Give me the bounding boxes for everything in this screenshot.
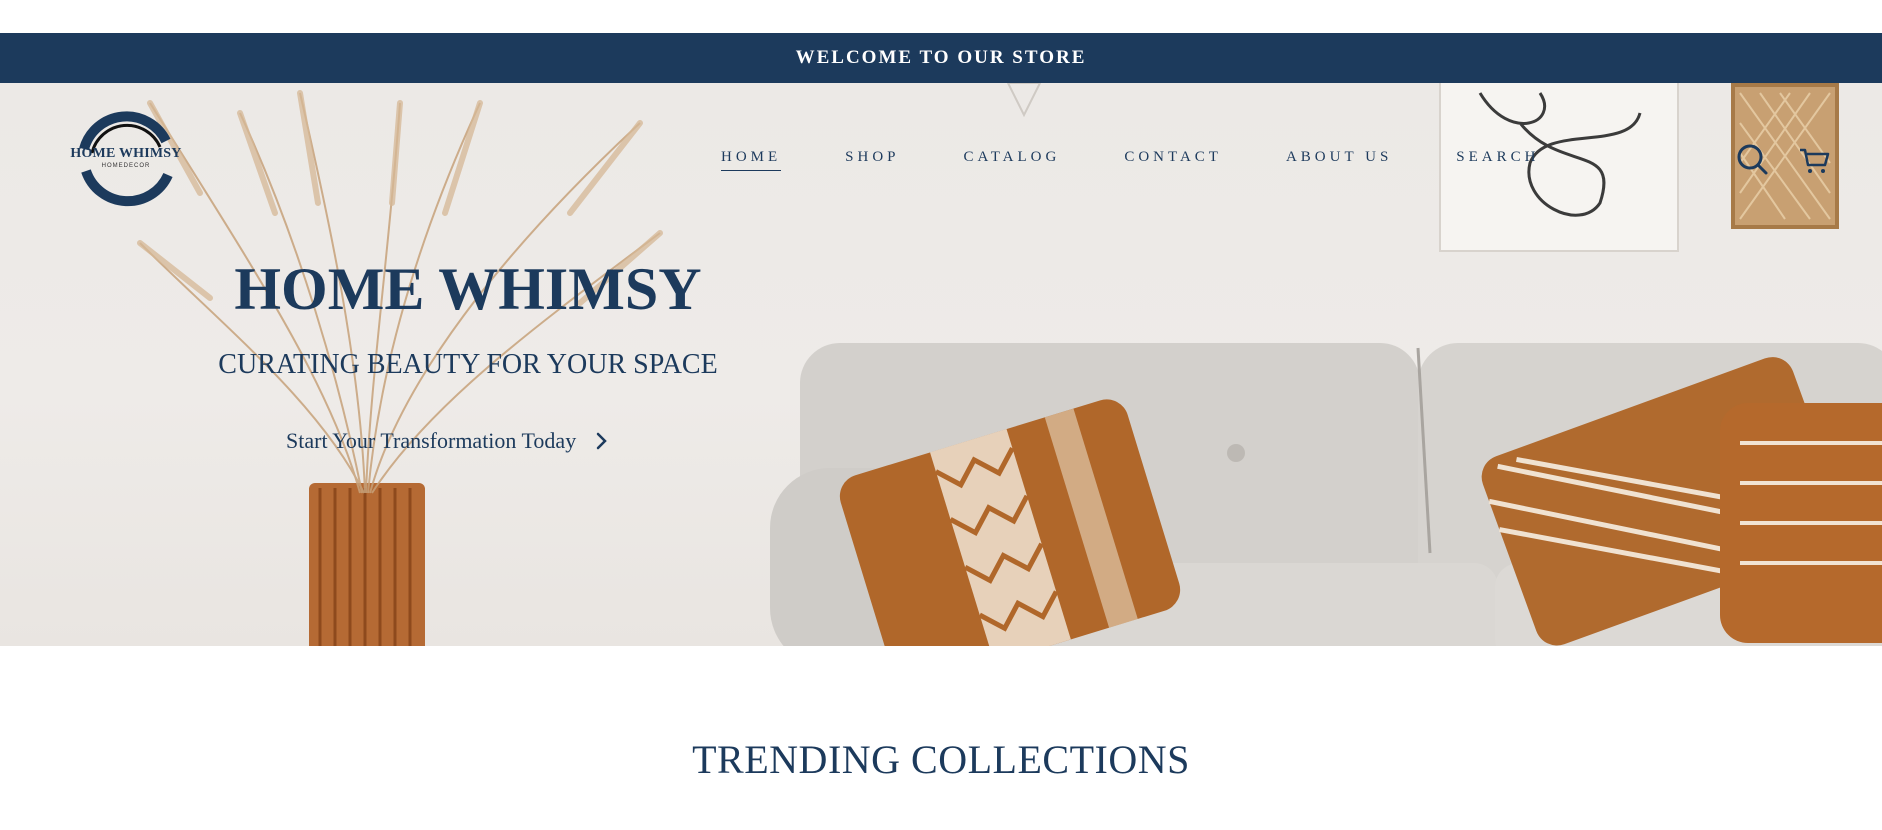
nav-item-catalog[interactable]: CATALOG xyxy=(964,149,1061,171)
hero-banner: HOME WHIMSY HOMEDECOR HOME SHOP CATALOG … xyxy=(0,83,1882,646)
cart-icon[interactable] xyxy=(1796,141,1832,177)
nav-item-contact[interactable]: CONTACT xyxy=(1124,149,1222,171)
announcement-text: WELCOME TO OUR STORE xyxy=(795,47,1087,68)
main-nav: HOME SHOP CATALOG CONTACT ABOUT US SEARC… xyxy=(721,149,1603,171)
announcement-bar: WELCOME TO OUR STORE xyxy=(0,33,1882,83)
hero-title: HOME WHIMSY xyxy=(234,256,702,322)
nav-item-about-us[interactable]: ABOUT US xyxy=(1286,149,1392,171)
hero-cta-label: Start Your Transformation Today xyxy=(286,428,577,453)
brand-tagline: HOMEDECOR xyxy=(101,163,151,169)
brand-name: HOME WHIMSY xyxy=(70,146,182,161)
nav-item-home[interactable]: HOME xyxy=(721,149,782,171)
nav-item-search[interactable]: SEARCH xyxy=(1456,149,1539,171)
search-icon[interactable] xyxy=(1734,141,1770,177)
nav-item-shop[interactable]: SHOP xyxy=(845,149,899,171)
chevron-right-icon xyxy=(596,432,607,450)
brand-logo[interactable]: HOME WHIMSY HOMEDECOR xyxy=(70,109,182,209)
hero-subtitle: CURATING BEAUTY FOR YOUR SPACE xyxy=(218,349,718,380)
hero-cta-link[interactable]: Start Your Transformation Today xyxy=(286,428,610,454)
trending-collections-title: TRENDING COLLECTIONS xyxy=(692,737,1190,782)
